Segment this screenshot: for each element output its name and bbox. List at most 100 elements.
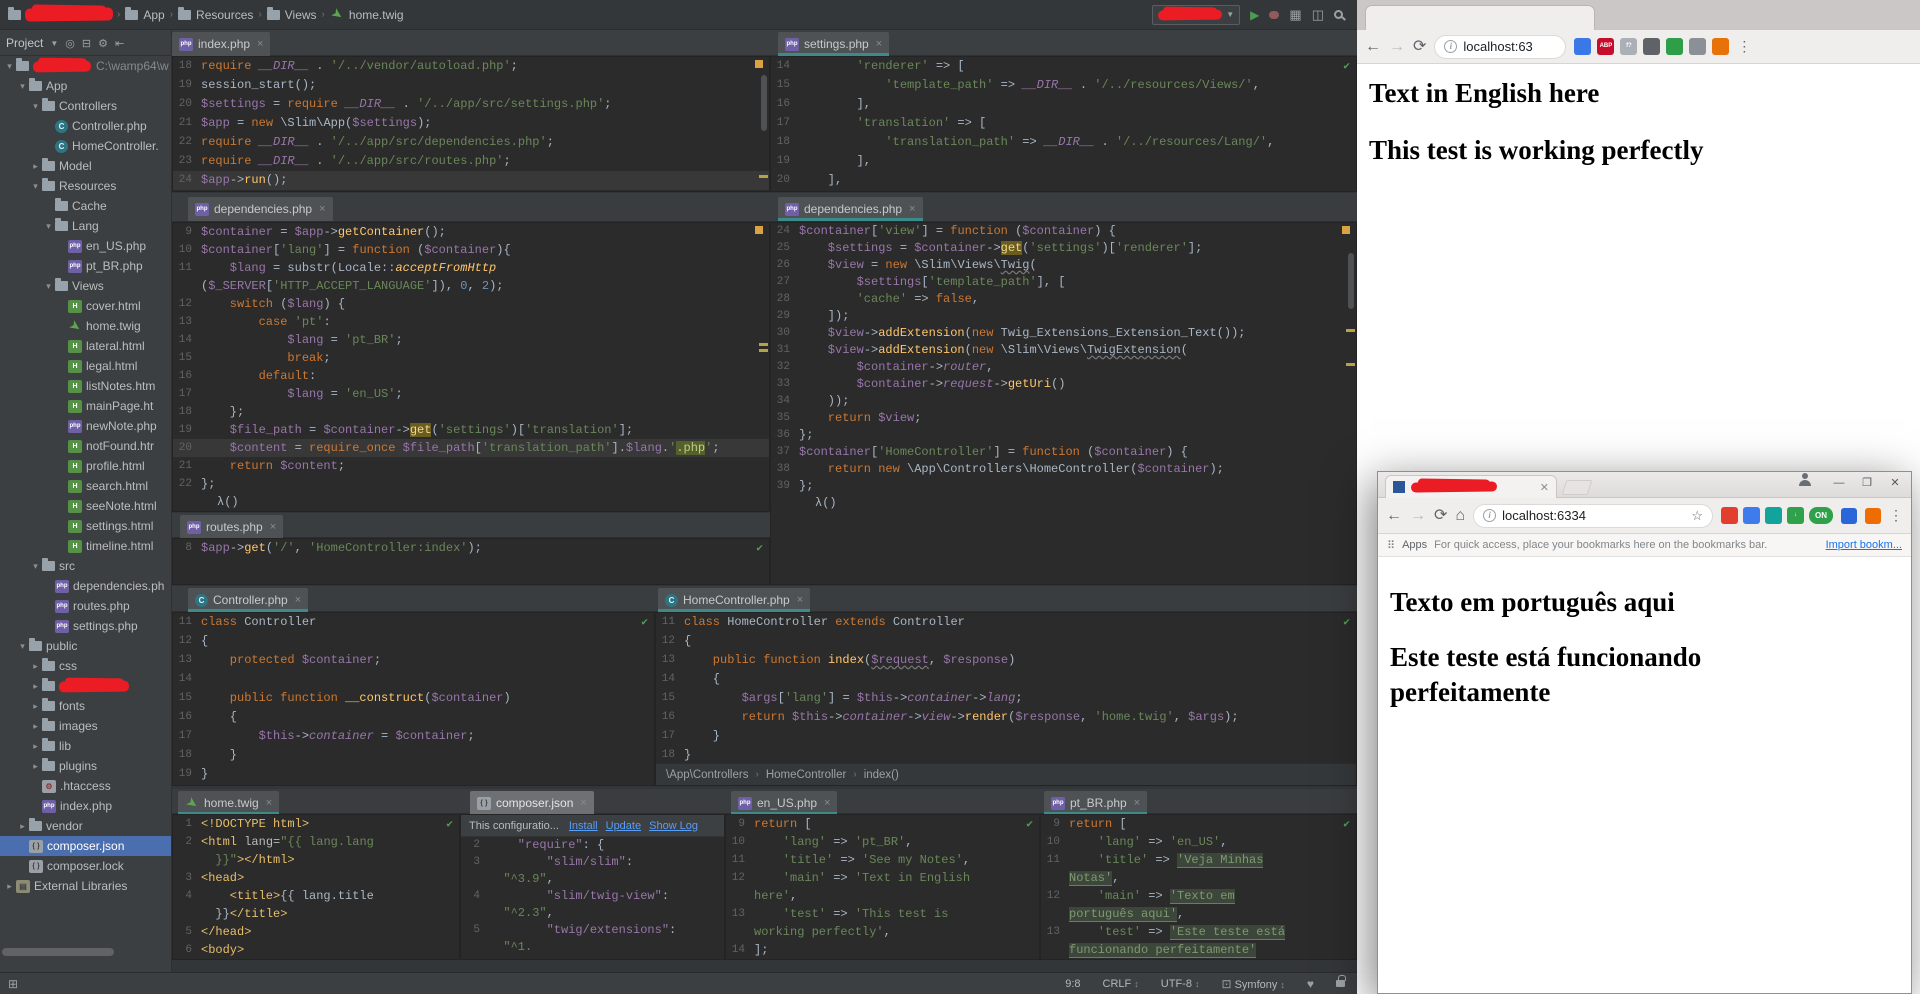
close-button[interactable]: ✕ bbox=[1881, 473, 1909, 492]
tree-item-pt-br-php[interactable]: php pt_BR.php bbox=[0, 256, 171, 276]
title-breadcrumb[interactable]: › App › Resources › Views › ➤ home.twig bbox=[117, 5, 404, 22]
browser-menu-icon[interactable]: ⋮ bbox=[1889, 507, 1903, 524]
tree-item-en-us-php[interactable]: php en_US.php bbox=[0, 236, 171, 256]
tree-item-controller-php[interactable]: C Controller.php bbox=[0, 116, 171, 136]
expand-arrow-icon[interactable]: ▸ bbox=[30, 761, 41, 772]
editor-home-twig[interactable]: 1 <!DOCTYPE html> 2 <html lang="{{ lang.lan… bbox=[172, 814, 460, 960]
tab-index-php[interactable]: php index.php × bbox=[172, 32, 271, 56]
editor-routes-php[interactable]: 8 $app->get('/', 'HomeController:index');… bbox=[172, 538, 770, 585]
tree-item-profile-html[interactable]: Hprofile.html bbox=[0, 456, 171, 476]
reload-icon[interactable]: ⟳ bbox=[1434, 507, 1447, 524]
tab-composer-json[interactable]: { } composer.json × bbox=[470, 791, 594, 815]
close-icon[interactable]: × bbox=[257, 38, 263, 50]
tree-item-home-twig[interactable]: ➤ home.twig bbox=[0, 316, 171, 336]
tree-item-plugins[interactable]: ▸ plugins bbox=[0, 756, 171, 776]
tree-item-controllers[interactable]: ▾ Controllers bbox=[0, 96, 171, 116]
close-icon[interactable]: × bbox=[295, 594, 301, 606]
tree-item-search-html[interactable]: Hsearch.html bbox=[0, 476, 171, 496]
red-extension-icon[interactable] bbox=[1721, 507, 1738, 524]
info-icon[interactable]: i bbox=[1483, 509, 1497, 522]
close-tab-icon[interactable]: ✕ bbox=[1540, 481, 1549, 494]
minimize-button[interactable]: — bbox=[1825, 473, 1853, 492]
on-toggle-icon[interactable]: ON bbox=[1809, 507, 1833, 524]
tree-item-lang[interactable]: ▾ Lang bbox=[0, 216, 171, 236]
tree-item-public[interactable]: ▾ public bbox=[0, 636, 171, 656]
tab-dependencies-php-left[interactable]: php dependencies.php × bbox=[188, 197, 333, 221]
expand-arrow-icon[interactable]: ▸ bbox=[17, 821, 28, 832]
update-link[interactable]: Update bbox=[606, 820, 641, 832]
address-bar[interactable]: i localhost:63 bbox=[1434, 34, 1567, 59]
apps-grid-icon[interactable]: ⠿ bbox=[1387, 539, 1395, 552]
tab-routes-php[interactable]: php routes.php × bbox=[180, 515, 284, 539]
coverage-icon[interactable]: ▦ bbox=[1289, 8, 1301, 21]
close-icon[interactable]: × bbox=[1134, 797, 1140, 809]
tree-item-images[interactable]: ▸ images bbox=[0, 716, 171, 736]
tree-item-homecontroller-[interactable]: C HomeController. bbox=[0, 136, 171, 156]
tab-home-twig[interactable]: ➤ home.twig × bbox=[178, 791, 280, 815]
scrollbar-thumb[interactable] bbox=[761, 75, 767, 131]
expand-arrow-icon[interactable]: ▸ bbox=[30, 721, 41, 732]
forward-icon[interactable]: → bbox=[1410, 507, 1426, 524]
orange-page-action-icon[interactable] bbox=[1865, 507, 1881, 524]
back-icon[interactable]: ← bbox=[1386, 507, 1402, 524]
close-icon[interactable]: × bbox=[270, 521, 276, 533]
expand-arrow-icon[interactable]: ▾ bbox=[30, 181, 41, 192]
run-button[interactable]: ▶ bbox=[1250, 8, 1259, 22]
expand-arrow-icon[interactable]: ▾ bbox=[4, 61, 15, 72]
tree-item-composer-json[interactable]: { } composer.json bbox=[0, 836, 171, 856]
editor-breadcrumb[interactable]: \App\Controllers › HomeController › index() bbox=[656, 763, 1356, 785]
back-icon[interactable]: ← bbox=[1365, 38, 1381, 55]
breadcrumb-item[interactable]: index() bbox=[864, 769, 899, 781]
close-icon[interactable]: × bbox=[797, 594, 803, 606]
close-icon[interactable]: × bbox=[266, 797, 272, 809]
tree-item-index-php[interactable]: php index.php bbox=[0, 796, 171, 816]
tree-item-model[interactable]: ▸ Model bbox=[0, 156, 171, 176]
import-bookmarks-link[interactable]: Import bookm... bbox=[1826, 539, 1902, 551]
tree-item-app[interactable]: ▾ App bbox=[0, 76, 171, 96]
browser-menu-icon[interactable]: ⋮ bbox=[1737, 38, 1751, 55]
tab-dependencies-php-right[interactable]: php dependencies.php × bbox=[778, 197, 923, 221]
editor-index-php[interactable]: 18 require __DIR__ . '/../vendor/autoload… bbox=[172, 56, 770, 192]
expand-arrow-icon[interactable]: ▸ bbox=[30, 661, 41, 672]
tab-pt-br-php[interactable]: php pt_BR.php × bbox=[1044, 791, 1148, 815]
tree-item[interactable]: ▸ bbox=[0, 676, 171, 696]
teal-extension-icon[interactable] bbox=[1765, 507, 1782, 524]
tree-item-newnote-php[interactable]: php newNote.php bbox=[0, 416, 171, 436]
breadcrumb-item[interactable]: Views bbox=[285, 8, 317, 22]
info-icon[interactable]: i bbox=[1444, 40, 1458, 53]
expand-arrow-icon[interactable]: ▸ bbox=[4, 881, 15, 892]
tree-item-resources[interactable]: ▾ Resources bbox=[0, 176, 171, 196]
browser-tab[interactable]: ✕ bbox=[1385, 475, 1557, 498]
tree-item-fonts[interactable]: ▸ fonts bbox=[0, 696, 171, 716]
home-icon[interactable]: ⌂ bbox=[1455, 507, 1465, 524]
tree-item-external-libraries[interactable]: ▸ ▤ External Libraries bbox=[0, 876, 171, 896]
tree-item-src[interactable]: ▾ src bbox=[0, 556, 171, 576]
line-separator-indicator[interactable]: CRLF ↕ bbox=[1103, 978, 1139, 990]
expand-arrow-icon[interactable]: ▸ bbox=[30, 741, 41, 752]
bookmark-extension-icon[interactable] bbox=[1574, 38, 1592, 55]
profiler-icon[interactable]: ◫ bbox=[1312, 8, 1324, 21]
scrollbar-thumb[interactable] bbox=[1348, 253, 1354, 309]
editor-pt-br-php[interactable]: 9 return [10 'lang' => 'en_US', 11 'title'… bbox=[1040, 814, 1357, 960]
tab-controller-php[interactable]: C Controller.php × bbox=[188, 588, 309, 612]
address-bar[interactable]: i localhost:6334 ☆ bbox=[1473, 503, 1713, 528]
profile-icon[interactable] bbox=[1797, 473, 1825, 492]
caret-position[interactable]: 9:8 bbox=[1065, 978, 1080, 990]
download-manager-icon[interactable]: ↓ bbox=[1787, 507, 1804, 524]
tree-item[interactable]: ▾ C:\wamp64\w bbox=[0, 56, 171, 76]
tree-item-vendor[interactable]: ▸ vendor bbox=[0, 816, 171, 836]
green-extension-icon[interactable] bbox=[1666, 38, 1684, 55]
close-icon[interactable]: × bbox=[580, 797, 586, 809]
editor-settings-php[interactable]: 14 'renderer' => [15 'template_path' => … bbox=[770, 56, 1357, 192]
hide-panel-icon[interactable]: ⇤ bbox=[115, 37, 124, 50]
expand-arrow-icon[interactable]: ▾ bbox=[30, 101, 41, 112]
new-tab-button[interactable] bbox=[1561, 480, 1593, 495]
blue-extension-icon[interactable] bbox=[1743, 507, 1760, 524]
expand-arrow-icon[interactable]: ▾ bbox=[43, 221, 54, 232]
expand-arrow-icon[interactable]: ▾ bbox=[30, 561, 41, 572]
search-everywhere-icon[interactable] bbox=[1334, 10, 1343, 19]
close-icon[interactable]: × bbox=[824, 797, 830, 809]
locate-icon[interactable]: ◎ bbox=[65, 37, 75, 50]
facebook-question-extension-icon[interactable]: f? bbox=[1620, 38, 1638, 55]
collapse-all-icon[interactable]: ⊟ bbox=[82, 37, 91, 50]
